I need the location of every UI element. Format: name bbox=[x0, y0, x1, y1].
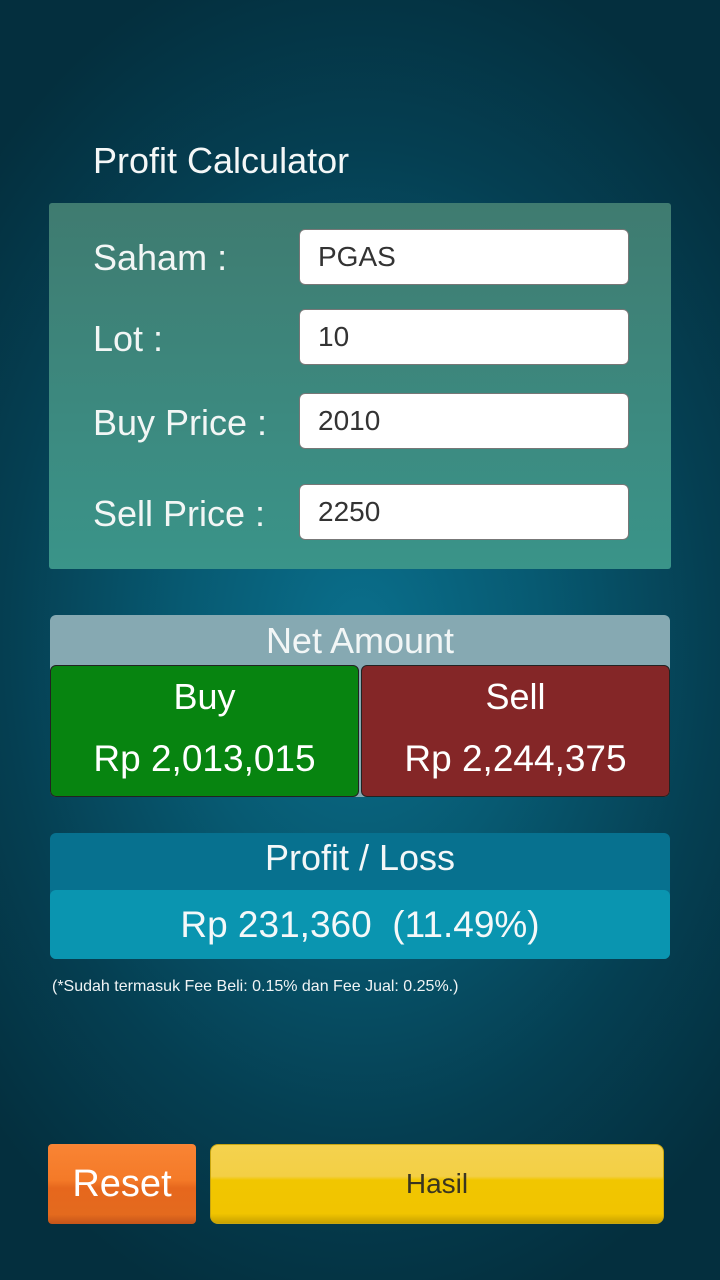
net-buy-card: Buy Rp 2,013,015 bbox=[50, 665, 359, 797]
net-amount-title: Net Amount bbox=[265, 620, 455, 661]
net-buy-value: Rp 2,013,015 bbox=[93, 738, 316, 779]
reset-button[interactable]: Reset bbox=[48, 1144, 196, 1224]
sell-price-label: Sell Price : bbox=[93, 493, 266, 534]
net-sell-value: Rp 2,244,375 bbox=[404, 738, 627, 779]
fee-note: (*Sudah termasuk Fee Beli: 0.15% dan Fee… bbox=[52, 978, 459, 995]
net-sell-label: Sell bbox=[485, 676, 546, 717]
profit-loss-title: Profit / Loss bbox=[264, 837, 456, 878]
hasil-button[interactable]: Hasil bbox=[210, 1144, 664, 1224]
net-sell-card: Sell Rp 2,244,375 bbox=[361, 665, 670, 797]
buy-price-input[interactable] bbox=[299, 393, 629, 449]
profit-loss-value: Rp 231,360 (11.49%) bbox=[180, 904, 540, 945]
saham-label: Saham : bbox=[93, 237, 228, 278]
saham-input[interactable] bbox=[299, 229, 629, 285]
net-buy-label: Buy bbox=[173, 676, 236, 717]
page-title: Profit Calculator bbox=[93, 140, 350, 181]
buy-price-label: Buy Price : bbox=[93, 402, 268, 443]
sell-price-input[interactable] bbox=[299, 484, 629, 540]
lot-label: Lot : bbox=[93, 318, 164, 359]
lot-input[interactable] bbox=[299, 309, 629, 365]
